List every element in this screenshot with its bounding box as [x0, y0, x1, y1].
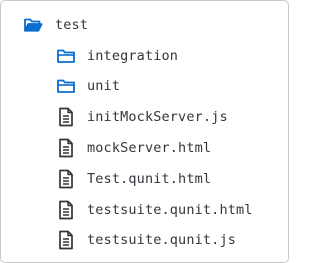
tree-folder-unit[interactable]: unit — [56, 72, 120, 100]
document-icon — [56, 230, 76, 250]
tree-item-label: initMockServer.js — [87, 109, 228, 125]
tree-file-testsuite-qunit-js[interactable]: testsuite.qunit.js — [56, 226, 236, 254]
folder-icon — [56, 76, 76, 96]
tree-file-testsuite-qunit-html[interactable]: testsuite.qunit.html — [56, 196, 253, 224]
tree-item-label: testsuite.qunit.html — [87, 202, 253, 218]
tree-item-label: testsuite.qunit.js — [87, 232, 236, 248]
tree-file-initmockserver-js[interactable]: initMockServer.js — [56, 103, 228, 131]
tree-file-mockserver-html[interactable]: mockServer.html — [56, 134, 211, 162]
folder-icon — [56, 46, 76, 66]
tree-folder-integration[interactable]: integration — [56, 42, 178, 70]
open-folder-icon — [23, 15, 43, 35]
document-icon — [56, 200, 76, 220]
tree-folder-test[interactable]: test — [23, 11, 88, 39]
document-icon — [56, 107, 76, 127]
tree-item-label: test — [55, 17, 89, 33]
tree-item-label: mockServer.html — [87, 140, 212, 156]
tree-file-test-qunit-html[interactable]: Test.qunit.html — [56, 165, 211, 193]
tree-item-label: integration — [87, 48, 179, 64]
document-icon — [56, 138, 76, 158]
file-tree-panel: test integration unit initMockServer.js … — [0, 0, 289, 263]
tree-item-label: Test.qunit.html — [87, 171, 212, 187]
document-icon — [56, 169, 76, 189]
tree-item-label: unit — [87, 78, 121, 94]
